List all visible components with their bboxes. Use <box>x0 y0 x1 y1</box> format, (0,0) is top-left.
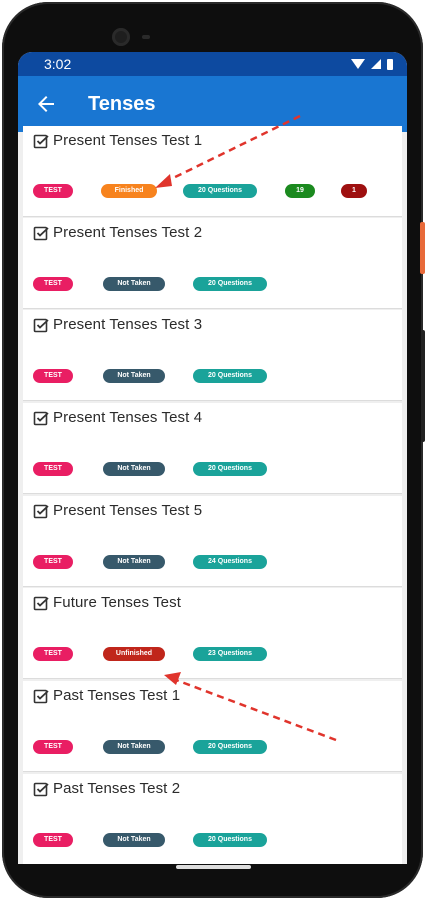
battery-icon <box>387 58 393 70</box>
status-badge: Not Taken <box>103 277 165 291</box>
test-type-badge: TEST <box>33 462 73 476</box>
test-card[interactable]: Past Tenses Test 2 TEST Not Taken 20 Que… <box>23 774 402 864</box>
questions-badge: 23 Questions <box>193 647 267 661</box>
checkbox-checked-icon <box>33 503 49 519</box>
status-badge: Finished <box>101 184 157 198</box>
status-icons <box>351 58 393 70</box>
page-title: Tenses <box>88 92 156 115</box>
speaker-grille <box>142 35 150 39</box>
correct-count-badge: 19 <box>285 184 315 198</box>
test-title: Present Tenses Test 4 <box>53 409 203 426</box>
camera-icon <box>112 28 130 46</box>
status-badge: Unfinished <box>103 647 165 661</box>
power-button <box>420 222 425 274</box>
test-type-badge: TEST <box>33 184 73 198</box>
questions-badge: 20 Questions <box>193 462 267 476</box>
questions-badge: 20 Questions <box>193 833 267 847</box>
checkbox-checked-icon <box>33 688 49 704</box>
test-title: Past Tenses Test 1 <box>53 687 181 704</box>
test-type-badge: TEST <box>33 833 73 847</box>
wrong-count-badge: 1 <box>341 184 367 198</box>
test-card[interactable]: Present Tenses Test 3 TEST Not Taken 20 … <box>23 310 402 401</box>
checkbox-checked-icon <box>33 317 49 333</box>
test-card[interactable]: Present Tenses Test 4 TEST Not Taken 20 … <box>23 403 402 494</box>
checkbox-checked-icon <box>33 595 49 611</box>
status-badge: Not Taken <box>103 740 165 754</box>
test-title: Present Tenses Test 2 <box>53 224 203 241</box>
test-type-badge: TEST <box>33 740 73 754</box>
test-title: Present Tenses Test 5 <box>53 502 203 519</box>
checkbox-checked-icon <box>33 781 49 797</box>
test-type-badge: TEST <box>33 369 73 383</box>
status-badge: Not Taken <box>103 369 165 383</box>
test-type-badge: TEST <box>33 647 73 661</box>
checkbox-checked-icon <box>33 410 49 426</box>
test-list: Present Tenses Test 1 TEST Finished 20 Q… <box>18 126 407 864</box>
test-card[interactable]: Present Tenses Test 1 TEST Finished 20 Q… <box>23 126 402 217</box>
questions-badge: 20 Questions <box>183 184 257 198</box>
status-time: 3:02 <box>44 56 72 72</box>
test-card[interactable]: Past Tenses Test 1 TEST Not Taken 20 Que… <box>23 681 402 772</box>
test-card[interactable]: Present Tenses Test 5 TEST Not Taken 24 … <box>23 496 402 587</box>
test-card[interactable]: Future Tenses Test TEST Unfinished 23 Qu… <box>23 588 402 679</box>
test-title: Present Tenses Test 1 <box>53 132 203 149</box>
test-type-badge: TEST <box>33 277 73 291</box>
checkbox-checked-icon <box>33 133 49 149</box>
status-badge: Not Taken <box>103 462 165 476</box>
status-badge: Not Taken <box>103 833 165 847</box>
app-screen: 3:02 Tenses Present Tenses Test 1 TEST F… <box>18 52 407 864</box>
checkbox-checked-icon <box>33 225 49 241</box>
app-bar: Tenses <box>18 76 407 132</box>
volume-button <box>421 330 425 442</box>
test-title: Present Tenses Test 3 <box>53 316 203 333</box>
questions-badge: 20 Questions <box>193 277 267 291</box>
test-type-badge: TEST <box>33 555 73 569</box>
wifi-icon <box>351 59 365 69</box>
signal-icon <box>371 59 381 69</box>
test-title: Future Tenses Test <box>53 594 181 611</box>
status-bar: 3:02 <box>18 52 407 76</box>
home-indicator[interactable] <box>176 865 251 869</box>
test-card[interactable]: Present Tenses Test 2 TEST Not Taken 20 … <box>23 218 402 309</box>
test-title: Past Tenses Test 2 <box>53 780 181 797</box>
questions-badge: 20 Questions <box>193 740 267 754</box>
arrow-back-icon[interactable] <box>34 92 58 116</box>
questions-badge: 24 Questions <box>193 555 267 569</box>
questions-badge: 20 Questions <box>193 369 267 383</box>
status-badge: Not Taken <box>103 555 165 569</box>
